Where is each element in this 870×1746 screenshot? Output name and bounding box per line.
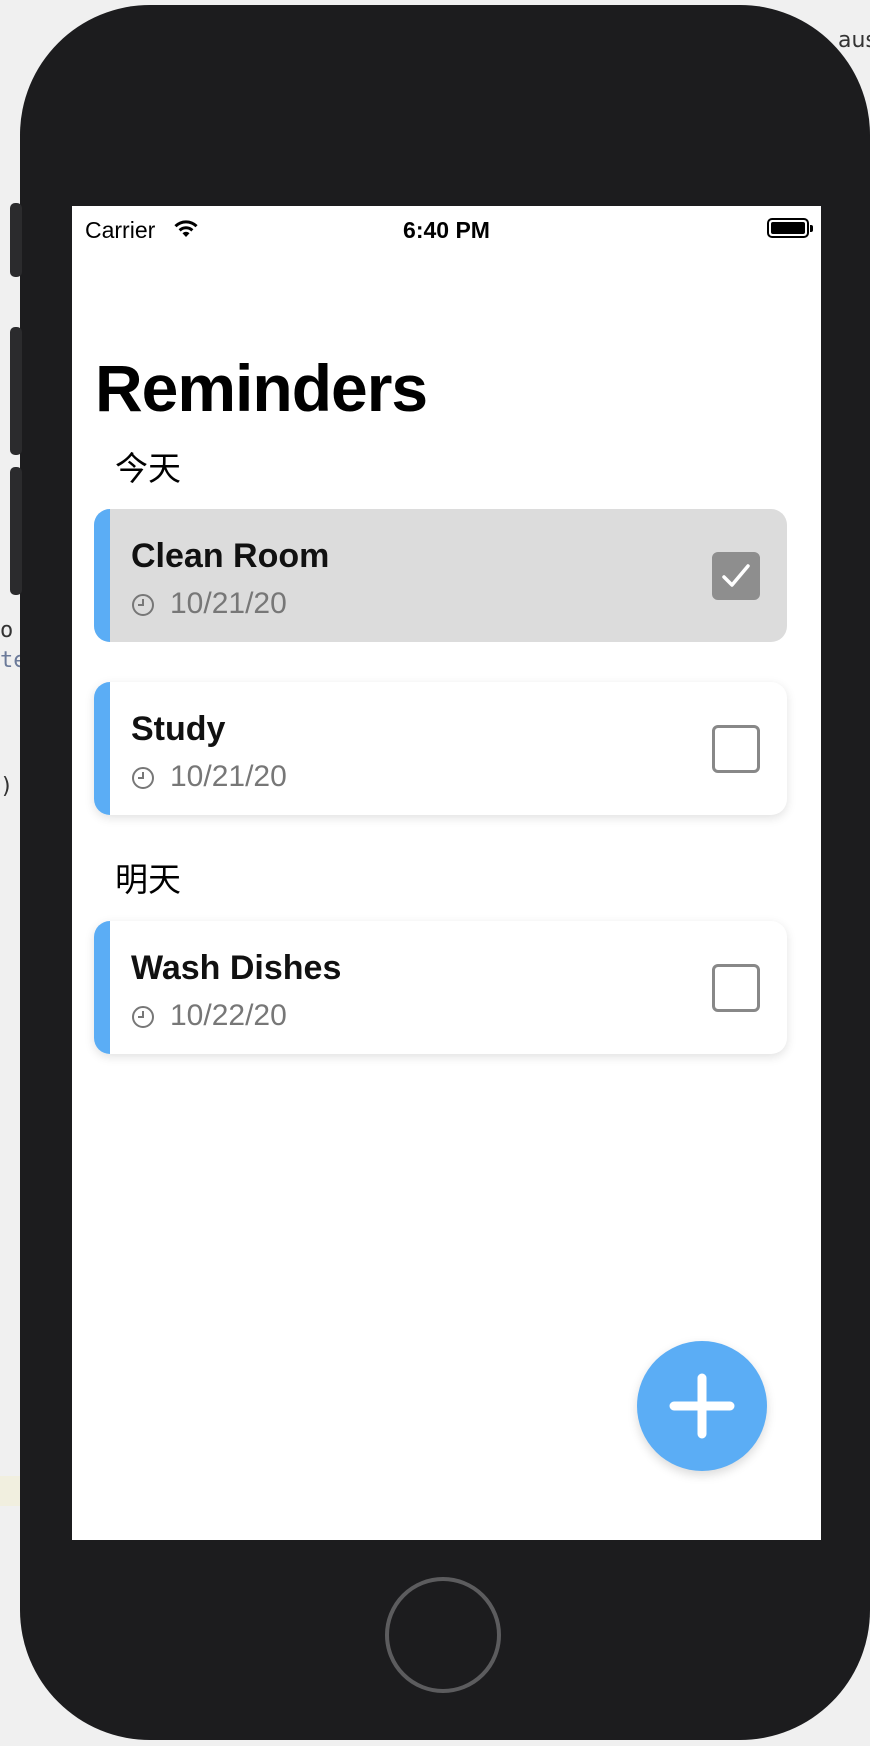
background-code-fragment: ): [0, 774, 14, 799]
completion-checkbox[interactable]: [712, 964, 760, 1012]
iphone-simulator-frame: Carrier 6:40 PM Reminders 今天 Clean Room …: [10, 5, 870, 1740]
app-screen: Carrier 6:40 PM Reminders 今天 Clean Room …: [72, 206, 821, 1540]
reminder-date: 10/21/20: [170, 760, 287, 793]
checkmark-icon: [722, 564, 750, 587]
mute-switch: [10, 203, 22, 277]
card-accent-bar: [94, 921, 110, 1054]
background-editor-highlight: [0, 1476, 20, 1506]
reminder-title: Clean Room: [131, 537, 330, 575]
reminder-date: 10/21/20: [170, 587, 287, 620]
section-header-today: 今天: [115, 449, 181, 488]
status-bar: Carrier 6:40 PM: [72, 206, 821, 246]
volume-down-button: [10, 467, 22, 595]
completion-checkbox[interactable]: [712, 725, 760, 773]
reminder-card[interactable]: Clean Room 10/21/20: [94, 509, 787, 642]
card-accent-bar: [94, 682, 110, 815]
clock-icon: [132, 767, 154, 789]
reminder-date: 10/22/20: [170, 999, 287, 1032]
reminder-card[interactable]: Wash Dishes 10/22/20: [94, 921, 787, 1054]
clock-icon: [132, 594, 154, 616]
reminder-title: Wash Dishes: [131, 949, 342, 987]
status-time: 6:40 PM: [403, 217, 490, 243]
add-reminder-button[interactable]: [637, 1341, 767, 1471]
plus-icon: [669, 1373, 735, 1439]
completion-checkbox[interactable]: [712, 552, 760, 600]
clock-icon: [132, 1006, 154, 1028]
background-code-fragment: o: [0, 618, 14, 643]
card-accent-bar: [94, 509, 110, 642]
volume-up-button: [10, 327, 22, 455]
page-title: Reminders: [95, 351, 428, 425]
reminder-card[interactable]: Study 10/21/20: [94, 682, 787, 815]
home-button[interactable]: [385, 1577, 501, 1693]
battery-icon: [767, 218, 813, 238]
section-header-tomorrow: 明天: [115, 860, 181, 899]
background-title-fragment: aus: [838, 28, 870, 53]
reminder-title: Study: [131, 710, 226, 748]
